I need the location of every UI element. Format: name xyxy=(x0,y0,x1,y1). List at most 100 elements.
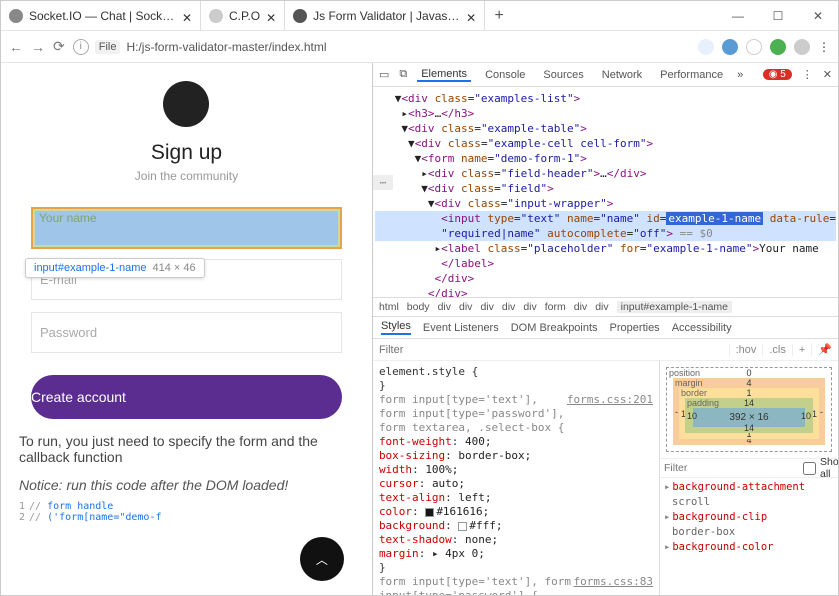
inline-style-block: element.style { xyxy=(379,365,653,379)
tab-network[interactable]: Network xyxy=(598,69,646,81)
avatar xyxy=(163,81,209,127)
box-model[interactable]: position0 margin 44-- border 1111 paddin… xyxy=(660,361,838,458)
crumb-item[interactable]: div xyxy=(459,301,472,313)
breadcrumb[interactable]: html body div div div div div form div d… xyxy=(373,297,838,317)
crumb-item[interactable]: body xyxy=(407,301,430,313)
tab-accessibility[interactable]: Accessibility xyxy=(672,322,732,334)
crumb-item[interactable]: div xyxy=(502,301,515,313)
tab-sources[interactable]: Sources xyxy=(539,69,587,81)
new-style-rule-button[interactable]: + xyxy=(792,344,811,356)
showall-label: Show all xyxy=(820,456,838,480)
css-selector: form input[type='text'], form input[type… xyxy=(379,575,574,595)
tab-label: Socket.IO — Chat | Socket.IO xyxy=(29,9,176,23)
error-count-badge[interactable]: ◉ 5 xyxy=(763,69,792,80)
dom-tree[interactable]: ⋯ ▼<div class="examples-list"> ▸<h3>…</h… xyxy=(373,87,838,297)
computed-list[interactable]: ▸background-attachmentscroll ▸background… xyxy=(660,478,838,557)
reveal-in-elements-icon[interactable]: ⋯ xyxy=(373,175,393,190)
crumb-item[interactable]: div xyxy=(574,301,587,313)
globe-icon xyxy=(9,9,23,23)
browser-toolbar: ← → ⟳ i File H:/js-form-validator-master… xyxy=(1,31,838,63)
crumb-item[interactable]: div xyxy=(438,301,451,313)
close-icon[interactable]: ✕ xyxy=(182,11,192,21)
crumb-item[interactable]: div xyxy=(523,301,536,313)
profile-avatar-icon[interactable] xyxy=(794,39,810,55)
styles-subtabs: Styles Event Listeners DOM Breakpoints P… xyxy=(373,317,838,339)
extension-icons: ⋮ xyxy=(698,39,830,55)
hov-toggle[interactable]: :hov xyxy=(729,344,763,356)
reload-button[interactable]: ⟳ xyxy=(53,38,65,55)
tab-dom-breakpoints[interactable]: DOM Breakpoints xyxy=(511,322,598,334)
computed-pane: position0 margin 44-- border 1111 paddin… xyxy=(660,361,838,595)
window-minimize-button[interactable]: — xyxy=(718,1,758,30)
tab-styles[interactable]: Styles xyxy=(381,320,411,335)
extension-icon[interactable] xyxy=(746,39,762,55)
document-icon xyxy=(293,9,307,23)
url-text: H:/js-form-validator-master/index.html xyxy=(126,40,326,54)
styles-pane[interactable]: element.style { } form input[type='text'… xyxy=(373,361,660,595)
file-scheme-badge: File xyxy=(95,40,121,54)
extension-icon[interactable] xyxy=(698,39,714,55)
css-selector: form input[type='text'], form input[type… xyxy=(379,393,567,435)
color-swatch-icon[interactable] xyxy=(458,522,467,531)
selected-dom-node[interactable]: <input type="text" name="name" id=exampl… xyxy=(375,211,836,226)
devtools-menu-icon[interactable]: ⋮ xyxy=(802,68,813,81)
globe-icon xyxy=(209,9,223,23)
extension-icon[interactable] xyxy=(722,39,738,55)
tab-jsformvalidator[interactable]: Js Form Validator | Javascript val ✕ xyxy=(285,1,485,30)
crumb-item[interactable]: html xyxy=(379,301,399,313)
chevron-up-icon: ︿ xyxy=(316,551,328,568)
browser-tab-strip: Socket.IO — Chat | Socket.IO ✕ C.P.O ✕ Js … xyxy=(1,1,838,31)
tab-performance[interactable]: Performance xyxy=(656,69,727,81)
styles-filter-input[interactable] xyxy=(373,344,729,356)
source-link[interactable]: forms.css:83 xyxy=(574,575,653,595)
showall-checkbox[interactable] xyxy=(803,462,816,475)
tab-event-listeners[interactable]: Event Listeners xyxy=(423,322,499,334)
page-viewport: Sign up Join the community Your name E-m… xyxy=(1,63,372,595)
device-toggle-icon[interactable]: ⧉ xyxy=(399,68,407,81)
tab-console[interactable]: Console xyxy=(481,69,529,81)
create-account-button[interactable]: Create account xyxy=(31,375,342,419)
cls-toggle[interactable]: .cls xyxy=(762,344,792,356)
placeholder-label: Your name xyxy=(39,211,97,225)
styles-filter-row: :hov .cls + 📌 xyxy=(373,339,838,361)
site-info-icon[interactable]: i xyxy=(73,39,89,55)
crumb-item[interactable]: form xyxy=(545,301,566,313)
code-snippet: 1// form handle2// ('form[name="demo-f xyxy=(19,501,354,523)
tab-cpo[interactable]: C.P.O ✕ xyxy=(201,1,285,30)
back-button[interactable]: ← xyxy=(9,39,23,55)
name-input-highlighted[interactable]: Your name xyxy=(31,207,342,249)
tab-label: C.P.O xyxy=(229,9,260,23)
scroll-top-button[interactable]: ︿ xyxy=(300,537,344,581)
new-tab-button[interactable]: + xyxy=(485,1,513,30)
computed-filter-input[interactable] xyxy=(664,462,799,474)
address-bar[interactable]: i File H:/js-form-validator-master/index… xyxy=(73,39,690,55)
devtools-close-icon[interactable]: ✕ xyxy=(823,68,832,81)
extension-icon[interactable] xyxy=(770,39,786,55)
more-tabs-icon[interactable]: » xyxy=(737,69,743,81)
crumb-item[interactable]: div xyxy=(480,301,493,313)
tab-label: Js Form Validator | Javascript val xyxy=(313,9,460,23)
window-close-button[interactable]: ✕ xyxy=(798,1,838,30)
devtools-panel: ▭ ⧉ Elements Console Sources Network Per… xyxy=(372,63,838,595)
tab-properties[interactable]: Properties xyxy=(610,322,660,334)
forward-button[interactable]: → xyxy=(31,39,45,55)
window-maximize-button[interactable]: ☐ xyxy=(758,1,798,30)
close-icon[interactable]: ✕ xyxy=(266,11,276,21)
password-input[interactable]: Password xyxy=(31,312,342,353)
notice-text: Notice: run this code after the DOM load… xyxy=(19,477,354,493)
menu-icon[interactable]: ⋮ xyxy=(818,40,830,54)
page-title: Sign up xyxy=(31,141,342,165)
subtitle: Join the community xyxy=(31,169,342,183)
close-icon[interactable]: ✕ xyxy=(466,11,476,21)
crumb-item-selected[interactable]: input#example-1-name xyxy=(617,301,732,313)
tab-socketio[interactable]: Socket.IO — Chat | Socket.IO ✕ xyxy=(1,1,201,30)
devtools-tabs: ▭ ⧉ Elements Console Sources Network Per… xyxy=(373,63,838,87)
crumb-item[interactable]: div xyxy=(595,301,608,313)
color-swatch-icon[interactable] xyxy=(425,508,434,517)
element-inspector-tooltip: input#example-1-name414 × 46 xyxy=(25,258,205,278)
pin-icon[interactable]: 📌 xyxy=(811,343,838,356)
tab-elements[interactable]: Elements xyxy=(417,68,471,82)
source-link[interactable]: forms.css:201 xyxy=(567,393,653,435)
tooltip-selector: input#example-1-name xyxy=(34,262,147,274)
inspect-icon[interactable]: ▭ xyxy=(379,68,389,81)
